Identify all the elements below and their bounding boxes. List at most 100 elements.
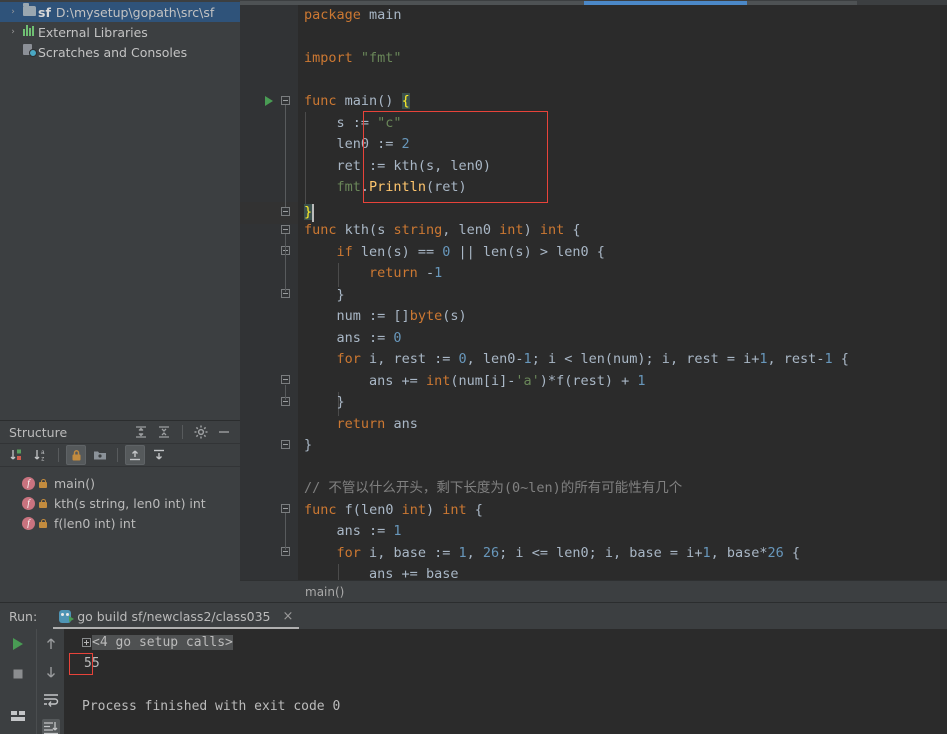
code-line-23[interactable]: // 不管以什么开头，剩下长度为(0~len)的所有可能性有几个: [298, 478, 682, 500]
fold-marker[interactable]: [281, 96, 292, 107]
chevron-right-icon[interactable]: ›: [6, 22, 20, 42]
code-line-9[interactable]: fmt.Println(ret): [298, 177, 467, 199]
run-body: <4 go setup calls> 55 Process finished w…: [0, 629, 947, 734]
structure-item-main[interactable]: f main(): [0, 473, 240, 493]
function-badge-icon: f: [22, 516, 35, 530]
code-line-27[interactable]: ans += base: [298, 564, 458, 580]
fold-marker[interactable]: [281, 289, 292, 300]
run-gutter-icon[interactable]: [265, 96, 273, 106]
stop-icon[interactable]: [9, 665, 27, 683]
console-setup-calls-label: <4 go setup calls>: [92, 635, 233, 650]
fold-marker[interactable]: [281, 375, 292, 386]
code-line-20[interactable]: return ans: [298, 414, 418, 436]
code-line-17[interactable]: for i, rest := 0, len0-1; i < len(num); …: [298, 349, 849, 371]
console-program-output: 55: [84, 656, 100, 671]
rerun-icon[interactable]: [9, 635, 27, 653]
lock-icon: [39, 498, 47, 508]
code-line-14[interactable]: }: [298, 285, 345, 307]
code-line-3[interactable]: import "fmt": [298, 48, 402, 70]
console-fold-line[interactable]: <4 go setup calls>: [82, 635, 233, 650]
expand-all-icon[interactable]: [133, 424, 149, 440]
fold-marker[interactable]: [281, 547, 292, 558]
tree-item-label: Scratches and Consoles: [38, 44, 188, 60]
fold-marker[interactable]: [281, 504, 292, 515]
folder-icon: [20, 2, 38, 22]
scroll-to-end-icon[interactable]: [41, 719, 60, 734]
code-line-26[interactable]: for i, base := 1, 26; i <= len0; i, base…: [298, 543, 801, 565]
code-line-8[interactable]: ret := kth(s, len0): [298, 156, 492, 178]
fold-marker[interactable]: [281, 225, 292, 236]
scroll-to-source-icon[interactable]: [149, 445, 169, 465]
scratches-icon: [20, 42, 38, 62]
toolbar-divider: [117, 448, 118, 462]
run-tab[interactable]: go build sf/newclass2/class035 ×: [53, 603, 300, 629]
fold-region-line: [285, 234, 286, 292]
gear-icon[interactable]: [193, 424, 209, 440]
code-line-16[interactable]: ans := 0: [298, 328, 402, 350]
go-run-config-icon: [59, 609, 75, 623]
breadcrumb-label[interactable]: main(): [305, 585, 344, 599]
layout-icon[interactable]: [9, 707, 27, 725]
close-icon[interactable]: ×: [283, 609, 294, 624]
code-line-15[interactable]: num := []byte(s): [298, 306, 467, 328]
collapse-all-icon[interactable]: [156, 424, 172, 440]
fold-marker[interactable]: [281, 246, 292, 257]
code-line-24[interactable]: func f(len0 int) int {: [298, 500, 483, 522]
chevron-right-icon[interactable]: ›: [6, 2, 20, 22]
console-output[interactable]: <4 go setup calls> 55 Process finished w…: [64, 629, 947, 734]
structure-item-label: kth(s string, len0 int) int: [54, 495, 206, 511]
code-line-25[interactable]: ans := 1: [298, 521, 402, 543]
code-line-21[interactable]: }: [298, 435, 312, 457]
ide-window: › sf D:\mysetup\gopath\src\sf › External…: [0, 0, 947, 734]
structure-header: Structure: [0, 421, 240, 443]
fold-marker[interactable]: [281, 207, 292, 218]
code-line-19[interactable]: }: [298, 392, 345, 414]
run-left-toolbar: [0, 629, 36, 734]
tree-item-external-libraries[interactable]: › External Libraries: [0, 22, 240, 42]
library-icon: [20, 22, 38, 42]
structure-item-kth[interactable]: f kth(s string, len0 int) int: [0, 493, 240, 513]
fold-marker[interactable]: [281, 397, 292, 408]
tree-item-scratches-and-consoles[interactable]: Scratches and Consoles: [0, 42, 240, 62]
code-line-13[interactable]: return -1: [298, 263, 442, 285]
tree-item-label: External Libraries: [38, 24, 148, 40]
structure-item-f[interactable]: f f(len0 int) int: [0, 513, 240, 533]
structure-panel: Structure a z f main() f kth(s string, l…: [0, 420, 240, 602]
function-badge-icon: f: [22, 476, 35, 490]
breadcrumb[interactable]: main(): [240, 580, 947, 602]
scroll-from-source-icon[interactable]: [125, 445, 145, 465]
structure-toolbar: az: [0, 443, 240, 467]
function-badge-icon: f: [22, 496, 35, 510]
fold-marker[interactable]: [281, 440, 292, 451]
sort-by-visibility-icon[interactable]: [7, 445, 27, 465]
code-line-5[interactable]: func main() {: [298, 91, 410, 113]
code-line-1[interactable]: package main: [298, 5, 402, 27]
code-line-11[interactable]: func kth(s string, len0 int) int {: [298, 220, 580, 242]
soft-wrap-icon[interactable]: [42, 691, 60, 709]
scroll-up-icon[interactable]: [42, 635, 60, 653]
fold-region-line: [285, 513, 286, 550]
sort-alphabetically-icon[interactable]: az: [31, 445, 51, 465]
code-line-7[interactable]: len0 := 2: [298, 134, 410, 156]
code-line-6[interactable]: s := "c": [298, 113, 402, 135]
run-secondary-toolbar: [36, 629, 64, 734]
minimize-icon[interactable]: [216, 424, 232, 440]
lock-icon: [39, 478, 47, 488]
left-tool-column: › sf D:\mysetup\gopath\src\sf › External…: [0, 0, 240, 602]
toolbar-divider: [182, 425, 183, 439]
structure-item-label: main(): [54, 475, 95, 491]
code-text-area[interactable]: package main import "fmt" func main() { …: [298, 5, 947, 580]
structure-list: f main() f kth(s string, len0 int) int f…: [0, 467, 240, 533]
code-line-12[interactable]: if len(s) == 0 || len(s) > len0 {: [298, 242, 605, 264]
code-editor[interactable]: 1 2 3 4 5 6 7 8 9 10 11 12 13 14 15 16 1…: [240, 5, 947, 582]
code-line-18[interactable]: ans += int(num[i]-'a')*f(rest) + 1: [298, 371, 645, 393]
structure-title: Structure: [9, 424, 68, 440]
tree-item-module-name: sf: [38, 4, 51, 20]
tree-item-sf[interactable]: › sf D:\mysetup\gopath\src\sf: [0, 2, 240, 22]
project-tree-panel: › sf D:\mysetup\gopath\src\sf › External…: [0, 0, 240, 420]
group-by-file-icon[interactable]: [90, 445, 110, 465]
scroll-down-icon[interactable]: [42, 663, 60, 681]
show-non-public-icon[interactable]: [66, 445, 86, 465]
expand-icon[interactable]: [82, 638, 91, 647]
run-tool-window: Run: go build sf/newclass2/class035 × <4…: [0, 602, 947, 734]
